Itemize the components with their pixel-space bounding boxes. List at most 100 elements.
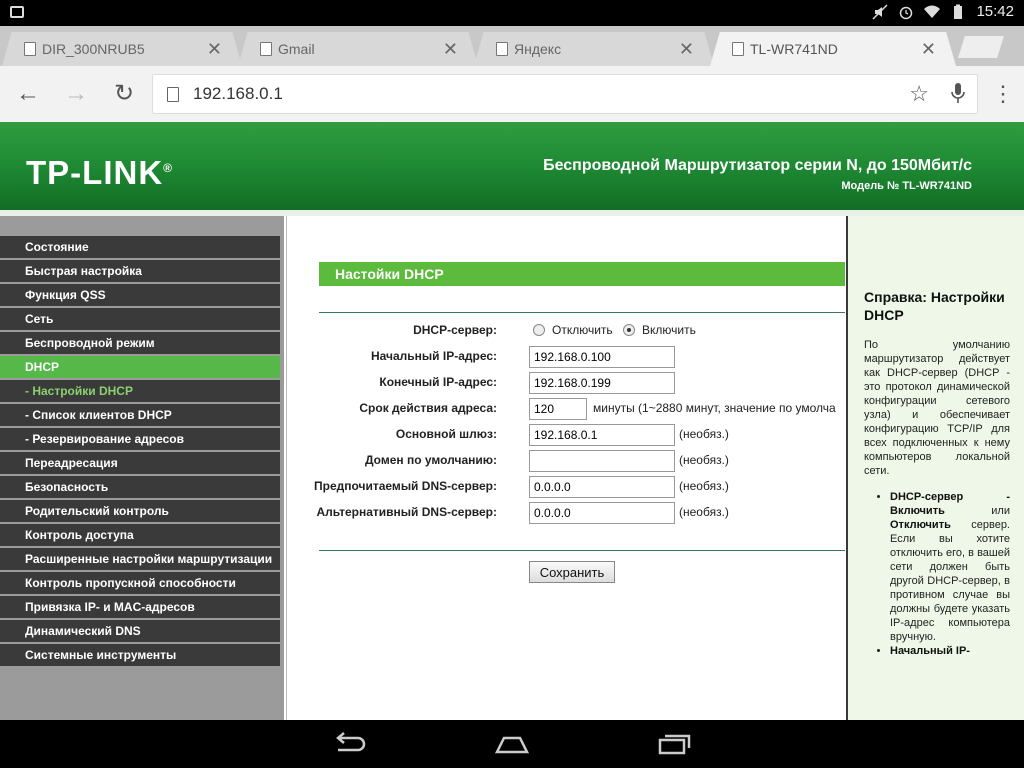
start-ip-label: Начальный IP-адрес:	[370, 349, 497, 363]
domain-label: Домен по умолчанию:	[364, 453, 497, 467]
divider	[319, 550, 845, 551]
sidebar-item-ip-mac-binding[interactable]: Привязка IP- и MAC-адресов	[0, 596, 280, 618]
forward-icon[interactable]: →	[62, 80, 90, 108]
help-bold: Начальный IP-	[890, 645, 970, 657]
page-icon	[732, 42, 744, 56]
close-icon[interactable]: ✕	[207, 39, 222, 60]
save-button[interactable]: Сохранить	[529, 561, 615, 583]
sidebar-item-parental-control[interactable]: Родительский контроль	[0, 500, 280, 522]
gateway-input[interactable]	[529, 424, 675, 446]
sidebar-item-qss[interactable]: Функция QSS	[0, 284, 280, 306]
dhcp-enable-radio[interactable]	[623, 324, 635, 336]
sidebar-item-bandwidth-control[interactable]: Контроль пропускной способности	[0, 572, 280, 594]
sidebar-item-access-control[interactable]: Контроль доступа	[0, 524, 280, 546]
dns2-row: Альтернативный DNS-сервер: (необяз.)	[287, 502, 845, 524]
reload-icon[interactable]: ↻	[110, 80, 138, 108]
help-bullet: DHCP-сервер - Включить или Отключить сер…	[890, 490, 1010, 644]
close-icon[interactable]: ✕	[679, 39, 694, 60]
gateway-row: Основной шлюз: (необяз.)	[287, 424, 845, 446]
tab-gmail[interactable]: Gmail ✕	[238, 32, 478, 66]
help-panel: Справка: Настройки DHCP По умолчанию мар…	[846, 216, 1024, 720]
back-icon[interactable]: ←	[14, 80, 42, 108]
end-ip-label: Конечный IP-адрес:	[379, 375, 497, 389]
dns1-input[interactable]	[529, 476, 675, 498]
start-ip-row: Начальный IP-адрес:	[287, 346, 845, 368]
help-text: или	[944, 505, 1010, 517]
lease-hint: минуты (1~2880 минут, значение по умолча	[593, 401, 836, 415]
sidebar-item-wireless[interactable]: Беспроводной режим	[0, 332, 280, 354]
recents-icon[interactable]	[656, 732, 692, 756]
sidebar-item-status[interactable]: Состояние	[0, 236, 280, 258]
enable-label: Включить	[642, 323, 696, 337]
page-icon	[24, 42, 36, 56]
dhcp-disable-radio[interactable]	[533, 324, 545, 336]
tab-strip: DIR_300NRUB5 ✕ Gmail ✕ Яндекс ✕ TL-WR741…	[0, 26, 1024, 66]
divider	[319, 312, 845, 313]
alarm-icon	[900, 6, 913, 19]
main-panel: Настойки DHCP DHCP-сервер: Отключить Вкл…	[286, 216, 845, 720]
help-bullet: Начальный IP-	[890, 644, 1010, 658]
new-tab-button[interactable]	[958, 36, 1004, 58]
gateway-label: Основной шлюз:	[395, 427, 497, 441]
status-bar: 15:42	[0, 0, 1024, 26]
optional-hint: (необяз.)	[679, 479, 729, 493]
address-bar[interactable]: 192.168.0.1 ☆	[152, 74, 978, 114]
dns2-input[interactable]	[529, 502, 675, 524]
help-bold: Отключить	[890, 519, 951, 531]
home-icon[interactable]	[494, 732, 530, 756]
help-list: DHCP-сервер - Включить или Отключить сер…	[864, 490, 1010, 658]
end-ip-input[interactable]	[529, 372, 675, 394]
sidebar-item-dhcp-clients[interactable]: - Список клиентов DHCP	[0, 404, 280, 426]
help-text: сервер. Если вы хотите отключить его, в …	[890, 519, 1010, 643]
banner-title: Беспроводной Маршрутизатор серии N, до 1…	[543, 157, 972, 174]
page-icon	[496, 42, 508, 56]
domain-row: Домен по умолчанию: (необяз.)	[287, 450, 845, 472]
help-intro: По умолчанию маршрутизатор действует как…	[864, 339, 1010, 477]
tab-tl-wr741nd[interactable]: TL-WR741ND ✕	[710, 32, 956, 66]
system-nav-bar	[0, 720, 1024, 768]
wifi-icon	[924, 5, 941, 18]
close-icon[interactable]: ✕	[443, 39, 458, 60]
close-icon[interactable]: ✕	[921, 39, 936, 60]
start-ip-input[interactable]	[529, 346, 675, 368]
tab-yandex[interactable]: Яндекс ✕	[474, 32, 714, 66]
header-banner: TP-LINK® Беспроводной Маршрутизатор сери…	[0, 122, 1024, 216]
sidebar-item-address-reservation[interactable]: - Резервирование адресов	[0, 428, 280, 450]
lease-label: Срок действия адреса:	[359, 401, 497, 415]
star-icon[interactable]: ☆	[909, 81, 929, 107]
dhcp-server-row: DHCP-сервер: Отключить Включить	[287, 320, 845, 342]
dhcp-server-label: DHCP-сервер:	[413, 323, 497, 337]
sidebar-item-quick-setup[interactable]: Быстрая настройка	[0, 260, 280, 282]
url-text: 192.168.0.1	[193, 84, 283, 103]
optional-hint: (необяз.)	[679, 427, 729, 441]
browser-toolbar: ← → ↻ 192.168.0.1 ☆ ⋮	[0, 66, 1024, 122]
sidebar-item-dhcp[interactable]: DHCP	[0, 356, 280, 378]
mute-icon	[872, 3, 888, 20]
page-title: Настойки DHCP	[319, 262, 845, 286]
sidebar-item-security[interactable]: Безопасность	[0, 476, 280, 498]
content-area: Состояние Быстрая настройка Функция QSS …	[0, 216, 1024, 720]
page-icon	[167, 87, 179, 102]
banner-model: Модель № TL-WR741ND	[841, 180, 972, 192]
optional-hint: (необяз.)	[679, 453, 729, 467]
page-icon	[260, 42, 272, 56]
back-icon[interactable]	[332, 732, 368, 756]
tab-dir300[interactable]: DIR_300NRUB5 ✕	[2, 32, 242, 66]
sidebar-item-system-tools[interactable]: Системные инструменты	[0, 644, 280, 666]
tab-title: TL-WR741ND	[750, 41, 838, 57]
dns1-label: Предпочитаемый DNS-сервер:	[314, 479, 497, 493]
lease-input[interactable]	[529, 398, 587, 420]
sidebar-item-forwarding[interactable]: Переадресация	[0, 452, 280, 474]
sidebar-item-advanced-routing[interactable]: Расширенные настройки маршрутизации	[0, 548, 280, 570]
sidebar: Состояние Быстрая настройка Функция QSS …	[0, 216, 284, 720]
tab-title: DIR_300NRUB5	[42, 41, 145, 57]
microphone-icon[interactable]	[951, 82, 965, 104]
dns1-row: Предпочитаемый DNS-сервер: (необяз.)	[287, 476, 845, 498]
menu-icon[interactable]: ⋮	[992, 80, 1014, 108]
sidebar-item-network[interactable]: Сеть	[0, 308, 280, 330]
sidebar-item-ddns[interactable]: Динамический DNS	[0, 620, 280, 642]
sidebar-item-dhcp-settings[interactable]: - Настройки DHCP	[0, 380, 280, 402]
domain-input[interactable]	[529, 450, 675, 472]
tp-link-logo: TP-LINK®	[26, 154, 173, 191]
tab-title: Gmail	[278, 41, 315, 57]
